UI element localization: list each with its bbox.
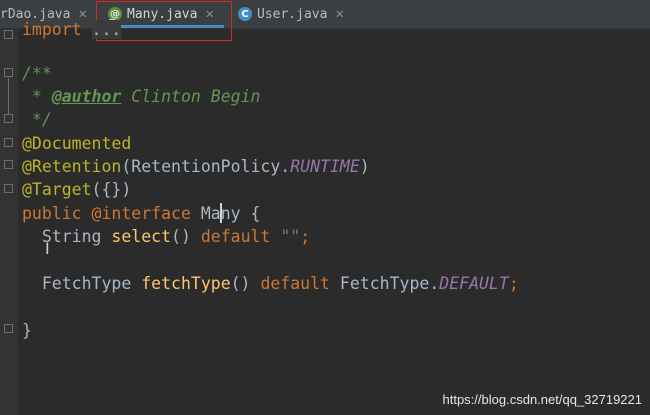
tab-label: User.java [257,6,328,22]
code-line-doc-close: */ [22,110,52,129]
fold-marker-icon[interactable] [4,138,13,147]
code-line-doc-author: * @author Clinton Begin [22,87,261,106]
text-caret [220,203,222,223]
fold-marker-icon[interactable] [4,30,13,39]
editor-gutter [0,28,18,415]
code-line-close-brace: } [22,321,32,340]
code-editor[interactable]: import ... /** * @author Clinton Begin *… [22,20,650,415]
code-line-fetch-type: FetchType fetchType() default FetchType.… [22,274,519,293]
code-line-select: String select() default ""; [22,227,311,246]
fold-marker-icon[interactable] [4,324,13,333]
fold-guide [8,78,9,114]
fold-marker-icon[interactable] [4,114,13,123]
fold-marker-icon[interactable] [4,160,13,169]
code-line-retention: @Retention(RetentionPolicy.RUNTIME) [22,157,370,176]
code-line-declaration: public @interface Many { [22,204,261,223]
code-line-target: @Target({}) [22,180,132,199]
mouse-ibeam-cursor-icon: I [45,239,50,258]
fold-marker-icon[interactable] [4,68,13,77]
code-line-doc-open: /** [22,64,52,83]
watermark: https://blog.csdn.net/qq_32719221 [442,392,643,407]
class-icon: C [238,7,252,21]
close-icon[interactable]: ✕ [335,6,343,22]
folded-imports[interactable]: ... [91,20,122,39]
tab-user-java[interactable]: C User.java ✕ [238,0,344,28]
code-line-import: import ... [22,20,122,39]
fold-marker-icon[interactable] [4,184,13,193]
code-line-documented: @Documented [22,134,132,153]
